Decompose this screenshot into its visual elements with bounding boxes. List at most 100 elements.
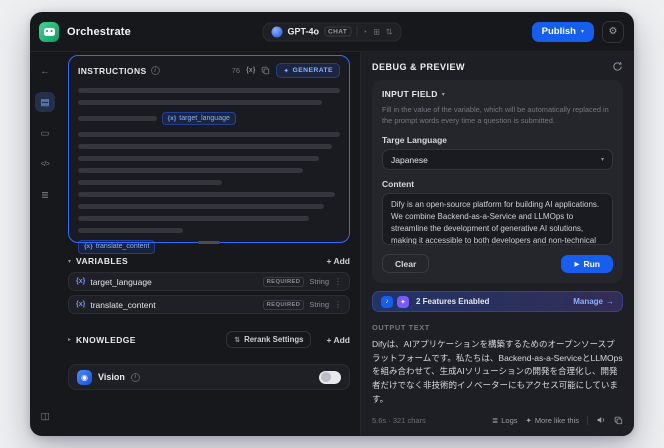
input-field-title: INPUT FIELD (382, 89, 438, 99)
prompt-column: INSTRUCTIONS i 76 {x} ✦ GENERATE {x} tar… (60, 52, 360, 436)
model-mode-badge: CHAT (324, 26, 352, 37)
toggle-knob (320, 372, 331, 382)
chevron-down-icon: ▾ (68, 258, 72, 265)
manage-features-button[interactable]: Manage → (573, 297, 614, 306)
row-menu-icon[interactable]: ⋮ (334, 300, 342, 309)
required-badge: REQUIRED (262, 299, 305, 310)
chevron-down-icon: ▾ (580, 29, 584, 35)
debug-title: DEBUG & PREVIEW (372, 61, 466, 72)
rerank-settings-button[interactable]: ⇅ Rerank Settings (226, 331, 312, 348)
instructions-actions: 76 {x} ✦ GENERATE (232, 63, 340, 78)
model-name: GPT-4o (287, 26, 320, 37)
variable-token: {x} (76, 301, 86, 308)
model-provider-icon (271, 26, 283, 37)
insert-variable-icon[interactable]: {x} (246, 67, 255, 74)
info-icon[interactable]: i (150, 66, 160, 75)
vision-icon: ◉ (77, 369, 92, 385)
logs-icon: ≣ (491, 415, 499, 425)
app-window: Orchestrate GPT-4o CHAT ◔ ⊞ ⇅ Publish ▾ … (30, 12, 634, 436)
copy-icon[interactable] (261, 66, 270, 75)
skeleton-line (78, 116, 157, 122)
skeleton-line (78, 204, 325, 210)
sparkle-icon: ✦ (283, 67, 290, 75)
logs-button[interactable]: ≣ Logs (492, 416, 518, 425)
variable-row[interactable]: {x} target_language REQUIRED String ⋮ (68, 272, 350, 291)
main-area: ← ▤ ▭ </> ≣ ◫ INSTRUCTIONS i 76 {x} ✦ GE… (30, 52, 634, 436)
instructions-title: INSTRUCTIONS (78, 65, 147, 76)
resize-handle[interactable] (198, 240, 220, 244)
variable-row[interactable]: {x} translate_content REQUIRED String ⋮ (68, 295, 350, 314)
output-text-title: OUTPUT TEXT (372, 323, 430, 333)
skeleton-line (78, 192, 335, 198)
output-text: Difyは、AIアプリケーションを構築するためのオープンソースプラットフォームで… (372, 339, 623, 404)
page-title: Orchestrate (67, 25, 131, 38)
play-icon: ▶ (574, 260, 580, 268)
row-menu-icon[interactable]: ⋮ (334, 277, 342, 286)
model-param-icons: ◔ ⊞ ⇅ (362, 27, 392, 36)
output-meta-row: 5.6s · 321 chars ≣ Logs ✦ More like this (372, 415, 623, 425)
instructions-panel[interactable]: INSTRUCTIONS i 76 {x} ✦ GENERATE {x} tar… (68, 55, 350, 254)
nav-rail: ← ▤ ▭ </> ≣ ◫ (30, 52, 60, 436)
clear-button[interactable]: Clear (382, 254, 430, 274)
target-language-select[interactable]: Japanese ▾ (382, 149, 613, 171)
divider (356, 26, 358, 37)
knowledge-header[interactable]: ▸ KNOWLEDGE ⇅ Rerank Settings + Add (68, 331, 350, 348)
publish-button[interactable]: Publish ▾ (531, 21, 594, 42)
content-label: Content (382, 179, 415, 190)
nav-preview-icon[interactable]: ▭ (35, 123, 55, 143)
add-knowledge-button[interactable]: + Add (326, 335, 350, 345)
instructions-header: INSTRUCTIONS i 76 {x} ✦ GENERATE (78, 63, 340, 78)
variable-chip[interactable]: {x} translate_content (78, 240, 156, 254)
token-count: 76 (231, 66, 241, 75)
speaker-button[interactable] (596, 415, 606, 425)
input-field-description: Fill in the value of the variable, which… (382, 105, 609, 126)
output-actions: ≣ Logs ✦ More like this (492, 415, 623, 425)
params-icon[interactable]: ⇅ (386, 27, 393, 36)
refresh-icon[interactable] (612, 61, 623, 72)
skeleton-line (78, 168, 304, 174)
divider (587, 415, 588, 425)
max-tokens-icon[interactable]: ⊞ (373, 27, 380, 36)
rerank-icon: ⇅ (234, 336, 241, 344)
run-controls: Clear ▶ Run (382, 254, 613, 274)
vision-card: ◉ Vision i (68, 364, 350, 390)
info-icon[interactable]: i (130, 372, 140, 382)
chevron-right-icon: ▸ (68, 337, 72, 343)
back-icon[interactable]: ← (35, 61, 55, 81)
variable-token: {x} (76, 278, 86, 285)
variable-type: String (309, 300, 329, 309)
sparkle-icon: ✦ (525, 415, 532, 425)
vision-label: Vision (98, 372, 125, 382)
knowledge-title: KNOWLEDGE (76, 334, 136, 345)
arrow-right-icon: → (606, 297, 614, 307)
input-field-header[interactable]: INPUT FIELD ▾ (382, 89, 613, 99)
model-selector[interactable]: GPT-4o CHAT ◔ ⊞ ⇅ (262, 22, 402, 41)
nav-logs-icon[interactable]: ≣ (35, 185, 55, 205)
skeleton-line (78, 156, 320, 162)
panel-toggle-icon[interactable]: ◫ (35, 406, 55, 426)
nav-api-icon[interactable]: </> (35, 154, 55, 174)
app-icon (39, 21, 59, 42)
nav-orchestrate-icon[interactable]: ▤ (35, 92, 55, 112)
generate-button[interactable]: ✦ GENERATE (276, 63, 340, 78)
text-to-speech-feature-icon: ♪ (381, 295, 393, 308)
prompt-editor[interactable]: {x} target_language {x} translate_conten… (78, 88, 340, 261)
chevron-down-icon: ▾ (441, 91, 445, 98)
required-badge: REQUIRED (262, 276, 305, 287)
content-input[interactable]: Dify is an open-source platform for buil… (382, 193, 613, 246)
copy-button[interactable] (614, 416, 623, 425)
variable-name: target_language (90, 276, 152, 287)
skeleton-line (78, 216, 309, 222)
run-button[interactable]: ▶ Run (561, 254, 613, 273)
vision-toggle[interactable] (319, 370, 341, 384)
settings-button[interactable]: ⚙ (602, 20, 624, 43)
gear-icon: ⚙ (608, 26, 618, 37)
temperature-icon[interactable]: ◔ (362, 27, 367, 36)
input-field-card: INPUT FIELD ▾ Fill in the value of the v… (372, 80, 623, 284)
skeleton-line (78, 180, 223, 186)
skeleton-line (78, 228, 183, 234)
debug-header: DEBUG & PREVIEW (372, 61, 623, 72)
variable-chip[interactable]: {x} target_language (161, 112, 236, 126)
skeleton-line (78, 132, 340, 138)
more-like-this-button[interactable]: ✦ More like this (526, 416, 579, 425)
